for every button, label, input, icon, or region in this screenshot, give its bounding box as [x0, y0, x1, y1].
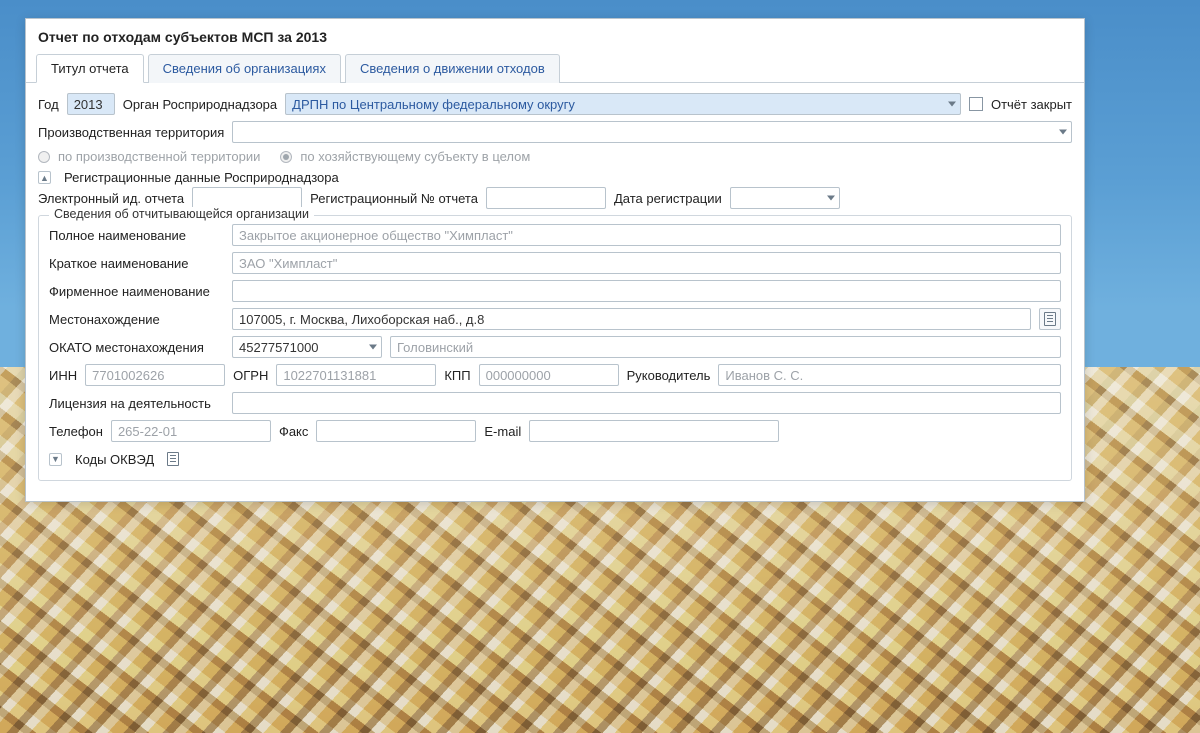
- regdate-picker[interactable]: [730, 187, 840, 209]
- year-label: Год: [38, 97, 59, 112]
- okato-name-input[interactable]: [390, 336, 1061, 358]
- radio-by-entity: [280, 151, 292, 163]
- tab-title[interactable]: Титул отчета: [36, 54, 144, 83]
- ogrn-label: ОГРН: [233, 368, 268, 383]
- radio-by-entity-label: по хозяйствующему субъекту в целом: [300, 149, 530, 164]
- eid-label: Электронный ид. отчета: [38, 191, 184, 206]
- inn-label: ИНН: [49, 368, 77, 383]
- location-lookup-button[interactable]: [1039, 308, 1061, 330]
- fax-label: Факс: [279, 424, 308, 439]
- okved-doc-button[interactable]: [162, 448, 184, 470]
- chevron-down-icon: [1059, 130, 1067, 135]
- territory-label: Производственная территория: [38, 125, 224, 140]
- ogrn-input[interactable]: [276, 364, 436, 386]
- director-label: Руководитель: [627, 368, 711, 383]
- agency-label: Орган Росприроднадзора: [123, 97, 277, 112]
- reg-toggle[interactable]: ▲: [38, 171, 51, 184]
- shortname-label: Краткое наименование: [49, 256, 224, 271]
- chevron-down-icon: [369, 345, 377, 350]
- agency-value: ДРПН по Центральному федеральному округу: [292, 97, 940, 112]
- fullname-input[interactable]: [232, 224, 1061, 246]
- eid-input[interactable]: [192, 187, 302, 209]
- year-input[interactable]: [67, 93, 115, 115]
- license-label: Лицензия на деятельность: [49, 396, 224, 411]
- brandname-label: Фирменное наименование: [49, 284, 224, 299]
- shortname-input[interactable]: [232, 252, 1061, 274]
- fullname-label: Полное наименование: [49, 228, 224, 243]
- okved-label: Коды ОКВЭД: [75, 452, 154, 467]
- closed-label: Отчёт закрыт: [991, 97, 1072, 112]
- regno-input[interactable]: [486, 187, 606, 209]
- license-input[interactable]: [232, 392, 1061, 414]
- org-legend: Сведения об отчитывающейся организации: [49, 207, 314, 221]
- kpp-input[interactable]: [479, 364, 619, 386]
- document-icon: [167, 452, 179, 466]
- report-panel: Отчет по отходам субъектов МСП за 2013 Т…: [25, 18, 1085, 502]
- email-input[interactable]: [529, 420, 779, 442]
- agency-combo[interactable]: ДРПН по Центральному федеральному округу: [285, 93, 961, 115]
- radio-by-territory-label: по производственной территории: [58, 149, 260, 164]
- location-label: Местонахождение: [49, 312, 224, 327]
- form-area: Год Орган Росприроднадзора ДРПН по Центр…: [26, 83, 1084, 501]
- inn-input[interactable]: [85, 364, 225, 386]
- panel-title: Отчет по отходам субъектов МСП за 2013: [26, 19, 1084, 53]
- tabstrip: Титул отчета Сведения об организациях Св…: [26, 53, 1084, 83]
- territory-combo[interactable]: [232, 121, 1072, 143]
- phone-label: Телефон: [49, 424, 103, 439]
- org-fieldset: Сведения об отчитывающейся организации П…: [38, 215, 1072, 481]
- tab-waste-movement[interactable]: Сведения о движении отходов: [345, 54, 560, 83]
- reg-header: Регистрационные данные Росприроднадзора: [64, 170, 339, 185]
- document-icon: [1044, 312, 1056, 326]
- director-input[interactable]: [718, 364, 1061, 386]
- okato-combo[interactable]: 45277571000: [232, 336, 382, 358]
- radio-by-territory: [38, 151, 50, 163]
- okato-label: ОКАТО местонахождения: [49, 340, 224, 355]
- closed-checkbox[interactable]: [969, 97, 983, 111]
- regno-label: Регистрационный № отчета: [310, 191, 478, 206]
- phone-input[interactable]: [111, 420, 271, 442]
- chevron-down-icon: [827, 196, 835, 201]
- brandname-input[interactable]: [232, 280, 1061, 302]
- okved-toggle[interactable]: ▼: [49, 453, 62, 466]
- tab-organizations[interactable]: Сведения об организациях: [148, 54, 341, 83]
- regdate-label: Дата регистрации: [614, 191, 722, 206]
- chevron-down-icon: [948, 102, 956, 107]
- location-input[interactable]: [232, 308, 1031, 330]
- okato-value: 45277571000: [239, 340, 361, 355]
- email-label: E-mail: [484, 424, 521, 439]
- kpp-label: КПП: [444, 368, 470, 383]
- fax-input[interactable]: [316, 420, 476, 442]
